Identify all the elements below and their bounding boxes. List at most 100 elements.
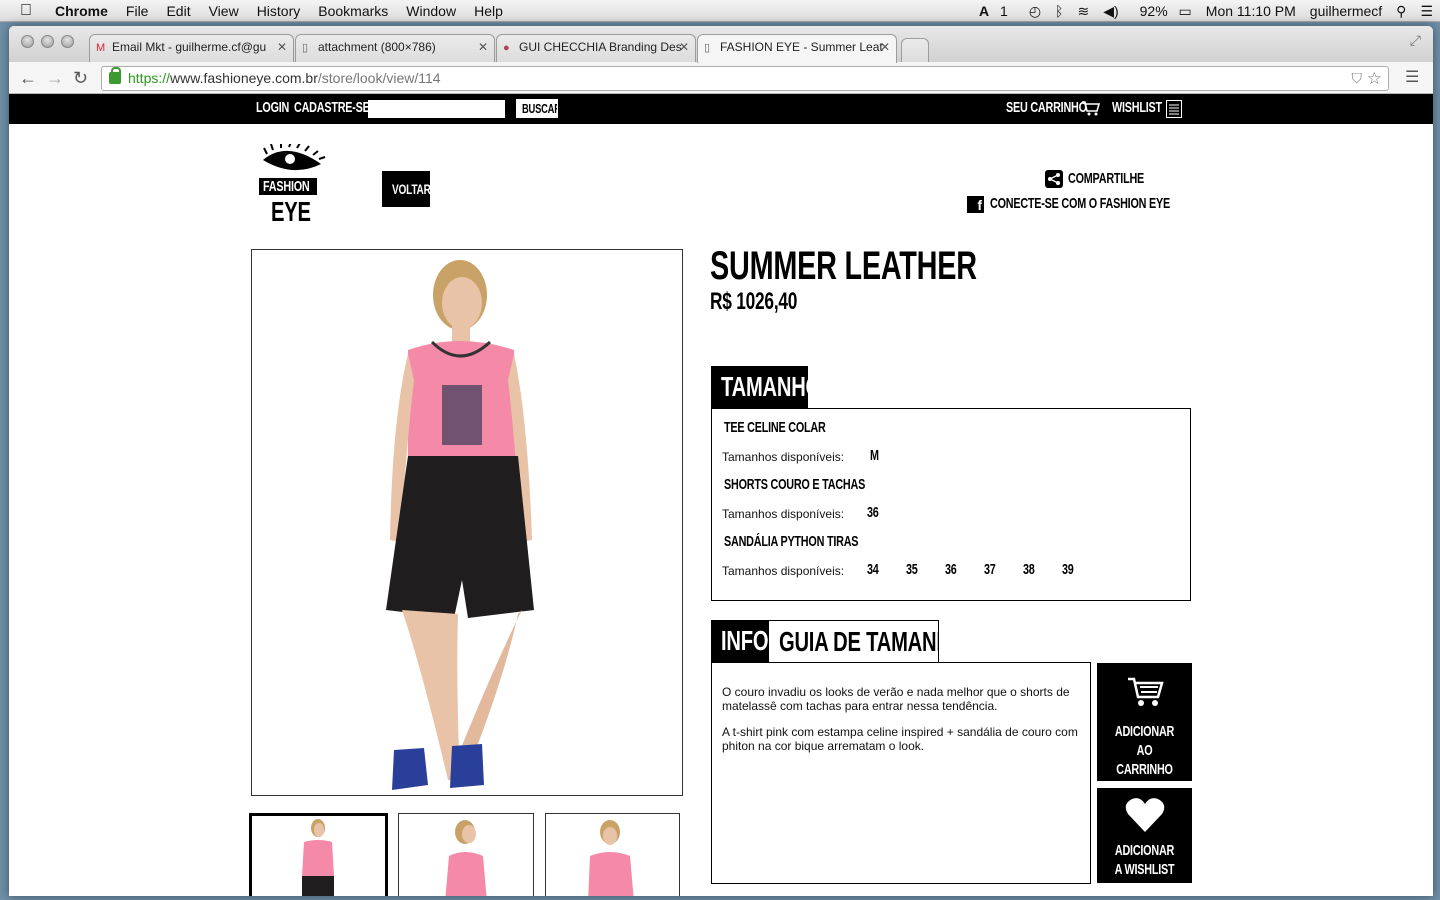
close-tab-icon[interactable]: ✕ <box>277 40 287 54</box>
battery-status[interactable]: 92% ▭ <box>1126 3 1199 20</box>
size-option[interactable]: 34 <box>867 561 879 578</box>
bluetooth-icon[interactable]: ᛒ <box>1048 3 1070 19</box>
tab-attachment[interactable]: ▯ attachment (800×786) ✕ <box>295 34 495 62</box>
size-option[interactable]: 36 <box>867 504 879 521</box>
shield-icon[interactable]: ⛉ <box>1352 67 1363 90</box>
logo-text-eye: EYE <box>271 196 311 227</box>
share-label: COMPARTILHE <box>1068 170 1145 187</box>
tab-tamanho[interactable]: TAMANHO <box>711 366 808 408</box>
url-scheme: https:// <box>128 70 171 86</box>
adobe-status[interactable]: A 1 <box>972 3 1022 19</box>
signup-link[interactable]: CADASTRE-SE <box>294 99 370 116</box>
heart-icon <box>1125 798 1164 832</box>
fashion-eye-logo[interactable]: FASHION EYE <box>257 141 329 227</box>
product-title: SUMMER LEATHER <box>710 244 977 288</box>
tab-title: FASHION EYE - Summer Leat <box>720 40 883 54</box>
thumbnail-front[interactable] <box>249 813 388 896</box>
tab-info-label: INFO <box>721 625 768 656</box>
connect-label: CONECTE-SE COM O FASHION EYE <box>990 195 1170 212</box>
reload-icon[interactable]: ↻ <box>73 68 88 88</box>
cart-icon[interactable] <box>1081 100 1100 117</box>
time-machine-icon[interactable]: ◴ <box>1022 3 1048 20</box>
tab-tamanho-label: TAMANHO <box>721 371 808 402</box>
lock-icon[interactable] <box>109 67 121 84</box>
bookmark-star-icon[interactable]: ☆ <box>1367 67 1382 90</box>
thumbnail-image <box>588 820 634 896</box>
back-arrow-icon[interactable]: ← <box>19 68 37 88</box>
page-icon: ▯ <box>302 42 309 54</box>
avatar-icon: ● <box>503 42 510 54</box>
tab-email[interactable]: M Email Mkt - guilherme.cf@gu ✕ <box>89 34 294 62</box>
size-option[interactable]: 38 <box>1023 561 1035 578</box>
new-tab-button[interactable] <box>901 38 929 62</box>
size-option[interactable]: M <box>870 447 879 464</box>
size-option[interactable]: 36 <box>945 561 957 578</box>
add-to-wishlist-button[interactable]: ADICIONAR A WISHLIST <box>1097 788 1192 883</box>
tab-fashion-eye[interactable]: ▯ FASHION EYE - Summer Leat ✕ <box>697 34 897 63</box>
share-icon <box>1045 170 1063 188</box>
address-bar[interactable]: https://www.fashioneye.com.br/store/look… <box>101 66 1389 91</box>
item-name: SANDÁLIA PYTHON TIRAS <box>724 533 859 550</box>
tab-gui-checchia[interactable]: ● GUI CHECCHIA Branding Des ✕ <box>496 34 696 62</box>
available-sizes-label: Tamanhos disponíveis: <box>722 564 845 578</box>
close-tab-icon[interactable]: ✕ <box>880 40 890 54</box>
zoom-window-button[interactable] <box>61 35 74 48</box>
model-photo <box>386 260 534 790</box>
wishlist-link[interactable]: WISHLIST <box>1112 99 1162 116</box>
tab-title: attachment (800×786) <box>318 40 436 54</box>
menu-file[interactable]: File <box>117 0 158 22</box>
apple-menu-icon[interactable]:  <box>0 0 46 22</box>
search-input[interactable] <box>368 100 505 118</box>
fullscreen-icon[interactable]: ⤢ <box>1410 32 1421 49</box>
url-path: /store/look/view/114 <box>317 70 441 86</box>
minimize-window-button[interactable] <box>41 35 54 48</box>
close-tab-icon[interactable]: ✕ <box>478 40 488 54</box>
add-to-cart-label: ADICIONAR AO CARRINHO <box>1114 723 1175 778</box>
add-to-cart-button[interactable]: ADICIONAR AO CARRINHO <box>1097 663 1192 781</box>
menu-window[interactable]: Window <box>397 0 465 22</box>
tab-strip: M Email Mkt - guilherme.cf@gu ✕ ▯ attach… <box>9 26 1433 63</box>
web-page: LOGIN CADASTRE-SE BUSCAR SEU CARRINHO WI… <box>9 94 1433 896</box>
status-area: A 1 ◴ ᛒ ≋ ◀) 92% ▭ Mon 11:10 PM guilherm… <box>972 0 1440 22</box>
menu-help[interactable]: Help <box>465 0 512 22</box>
size-panel: TEE CELINE COLAR Tamanhos disponíveis: M… <box>711 408 1191 601</box>
menu-view[interactable]: View <box>200 0 248 22</box>
menu-bookmarks[interactable]: Bookmarks <box>309 0 397 22</box>
back-button[interactable]: VOLTAR <box>382 171 430 207</box>
list-icon[interactable] <box>1166 100 1182 118</box>
chrome-menu-icon[interactable]: ☰ <box>1405 68 1419 88</box>
user-name[interactable]: guilhermecf <box>1303 3 1389 19</box>
site-topbar: LOGIN CADASTRE-SE BUSCAR SEU CARRINHO WI… <box>9 94 1433 124</box>
tab-info[interactable]: INFO <box>711 620 768 662</box>
tab-size-guide[interactable]: GUIA DE TAMANHOS <box>768 620 939 662</box>
forward-arrow-icon[interactable]: → <box>46 68 64 88</box>
add-to-wishlist-label: ADICIONAR A WISHLIST <box>1114 842 1175 878</box>
close-window-button[interactable] <box>21 35 34 48</box>
description-paragraph: O couro invadiu os looks de verão e nada… <box>722 685 1070 713</box>
search-button[interactable]: BUSCAR <box>516 99 558 118</box>
menu-history[interactable]: History <box>248 0 310 22</box>
volume-icon[interactable]: ◀) <box>1096 3 1125 20</box>
product-main-photo[interactable] <box>251 249 683 796</box>
thumbnail-side[interactable] <box>398 813 534 896</box>
login-link[interactable]: LOGIN <box>256 99 289 116</box>
info-panel: O couro invadiu os looks de verão e nada… <box>711 662 1091 884</box>
thumbnail-back[interactable] <box>545 813 680 896</box>
menu-app-chrome[interactable]: Chrome <box>46 0 117 22</box>
tab-title: Email Mkt - guilherme.cf@gu <box>112 40 267 54</box>
cart-icon <box>1127 677 1164 706</box>
menu-edit[interactable]: Edit <box>157 0 199 22</box>
tab-title: GUI CHECCHIA Branding Des <box>519 40 682 54</box>
spotlight-icon[interactable]: ⚲ <box>1389 3 1413 20</box>
notification-center-icon[interactable]: ☰ <box>1413 3 1440 20</box>
size-option[interactable]: 39 <box>1062 561 1074 578</box>
wifi-icon[interactable]: ≋ <box>1070 3 1096 20</box>
close-tab-icon[interactable]: ✕ <box>679 40 689 54</box>
description-paragraph: A t-shirt pink com estampa celine inspir… <box>722 725 1078 753</box>
mac-menubar:  Chrome File Edit View History Bookmark… <box>0 0 1440 22</box>
cart-link[interactable]: SEU CARRINHO <box>1006 99 1087 116</box>
size-option[interactable]: 37 <box>984 561 996 578</box>
clock[interactable]: Mon 11:10 PM <box>1199 3 1303 19</box>
item-name: TEE CELINE COLAR <box>724 419 826 436</box>
size-option[interactable]: 35 <box>906 561 918 578</box>
